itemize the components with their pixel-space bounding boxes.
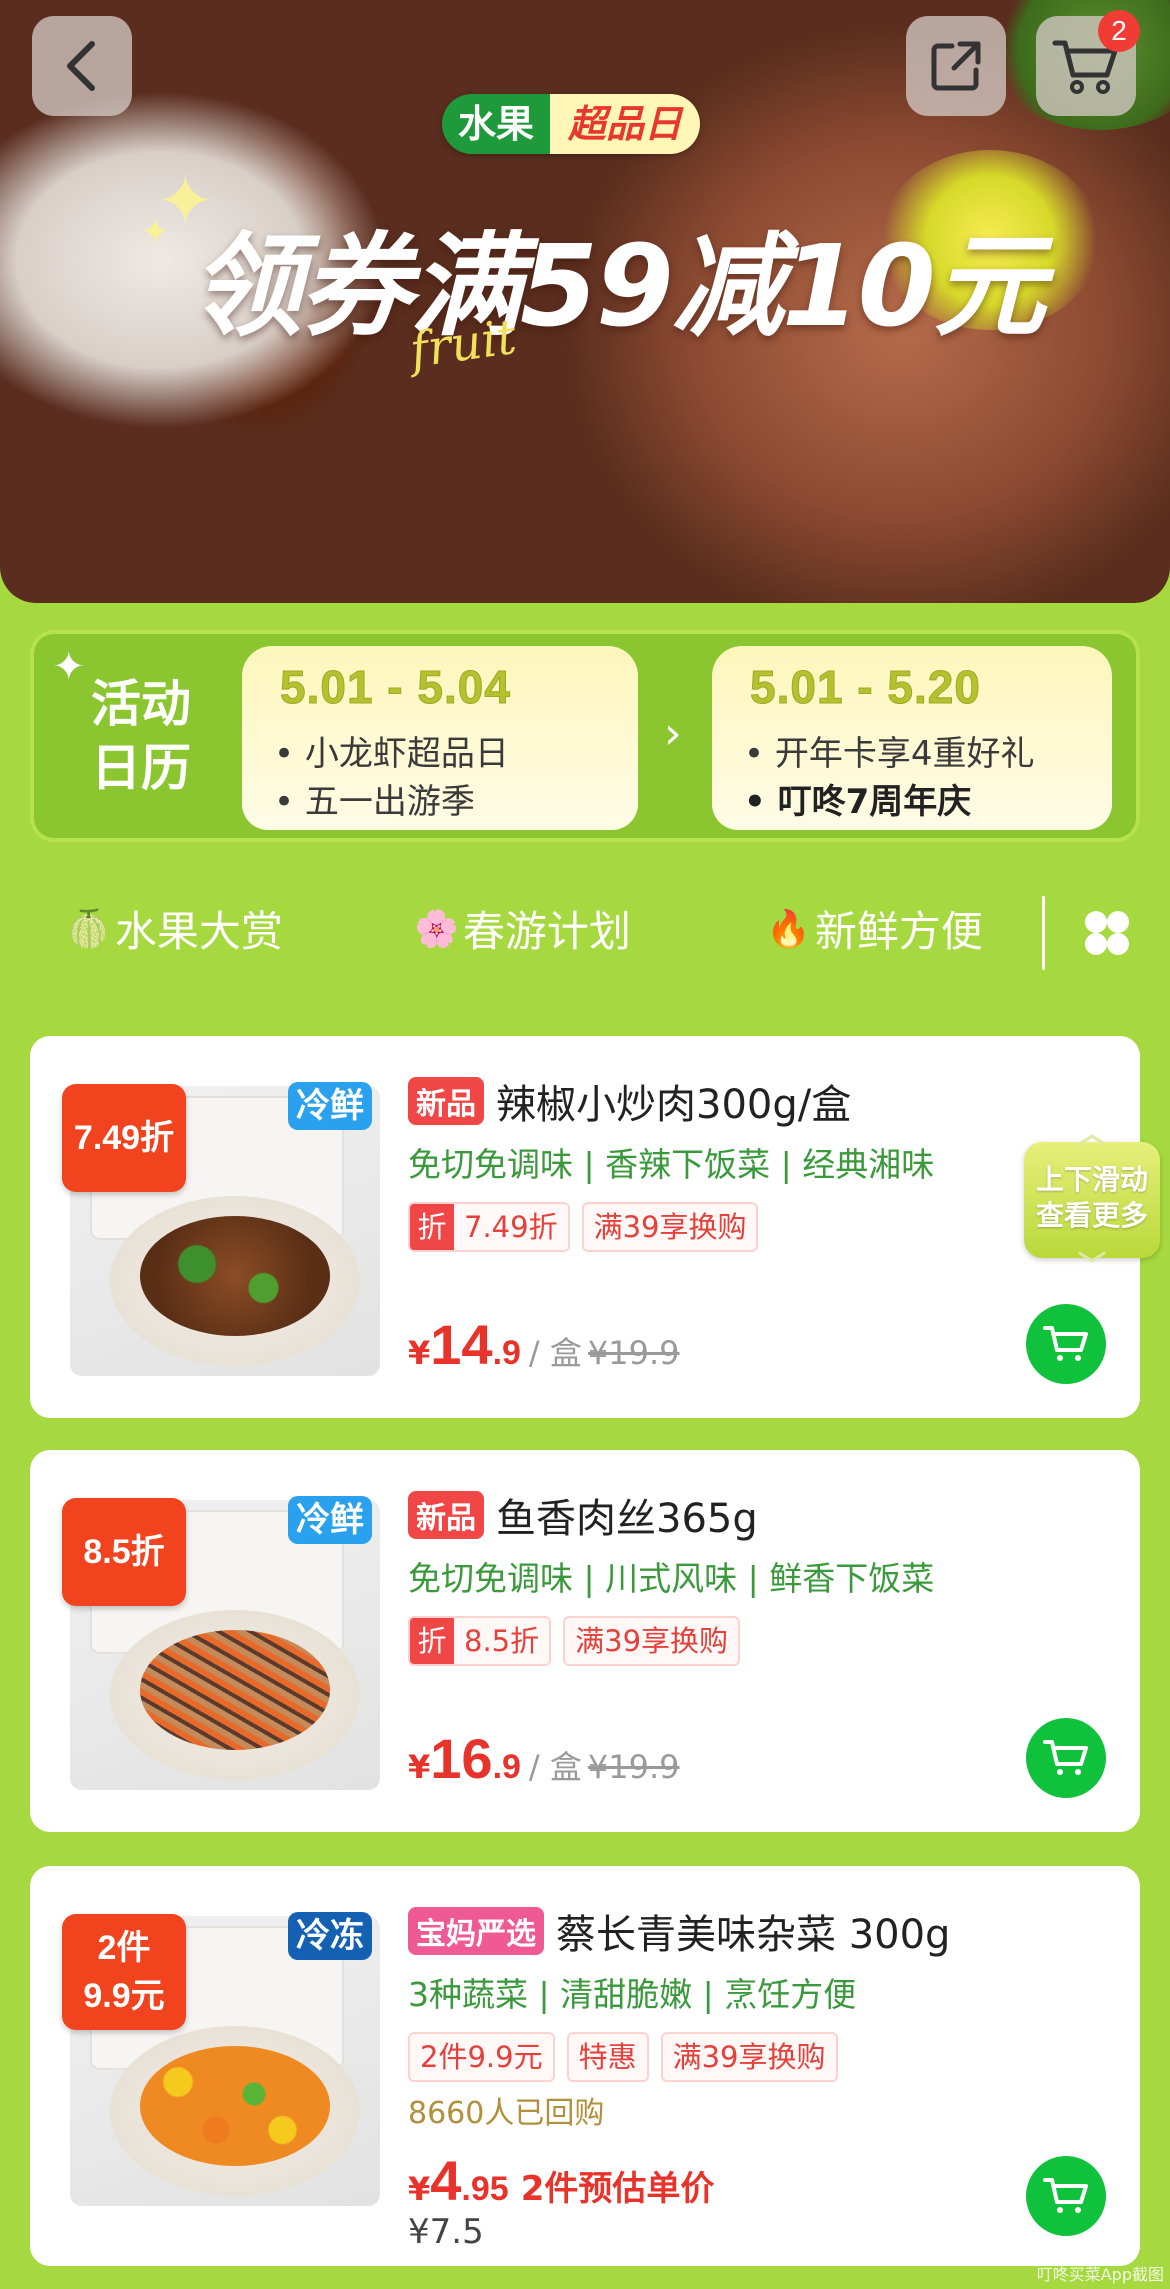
product-features: 3种蔬菜 | 清甜脆嫩 | 烹饪方便 xyxy=(408,1975,857,2014)
add-to-cart-button[interactable] xyxy=(1026,2156,1106,2236)
product-title[interactable]: 辣椒小炒肉300g/盒 xyxy=(496,1072,851,1130)
storage-tag: 冷鲜 xyxy=(288,1082,372,1130)
chevron-up-icon: ︿ xyxy=(1077,1117,1106,1150)
cart-icon xyxy=(1043,1326,1088,1361)
calendar-title: 活动 日历 xyxy=(91,675,191,797)
scroll-hint[interactable]: ︿ 上下滑动 查看更多 ﹀ xyxy=(1024,1120,1160,1280)
promo-chips: 折 7.49折 满39享换购 xyxy=(408,1202,759,1252)
discount-tag: 7.49折 xyxy=(62,1084,186,1192)
product-title[interactable]: 蔡长青美味杂菜 300g xyxy=(556,1902,950,1960)
price: ¥ 14 .9 / 盒 ¥19.9 xyxy=(408,1313,680,1376)
grid-menu-icon[interactable] xyxy=(1082,908,1132,958)
promo-chip: 满39享换购 xyxy=(563,1616,741,1666)
category-tabs: 🍈 水果大赏 🌸 春游计划 🔥 新鲜方便 xyxy=(0,880,1170,976)
new-badge: 新品 xyxy=(408,1077,484,1125)
product-features: 免切免调味 | 川式风味 | 鲜香下饭菜 xyxy=(408,1559,935,1598)
original-price: ¥19.9 xyxy=(587,1748,680,1786)
product-card[interactable]: 7.49折 冷鲜 新品 辣椒小炒肉300g/盒 免切免调味 | 香辣下饭菜 | … xyxy=(30,1036,1140,1418)
product-card[interactable]: 2件 9.9元 冷冻 宝妈严选 蔡长青美味杂菜 300g 3种蔬菜 | 清甜脆嫩… xyxy=(30,1866,1140,2266)
discount-tag: 8.5折 xyxy=(62,1498,186,1606)
melon-icon: 🍈 xyxy=(66,908,111,950)
brand-badge: 宝妈严选 xyxy=(408,1907,544,1955)
watermark: 叮咚买菜App截图 xyxy=(1036,2265,1164,2284)
category-pill: 水果 超品日 xyxy=(442,94,701,154)
original-price: ¥19.9 xyxy=(587,1334,680,1372)
price: ¥ 16 .9 / 盒 ¥19.9 xyxy=(408,1727,680,1790)
price-unit: / 盒 xyxy=(528,1748,582,1786)
sparkle-icon: ✦ xyxy=(140,212,171,253)
cart-icon xyxy=(1043,2178,1088,2213)
promo-chip: 2件9.9元 xyxy=(408,2032,555,2082)
storage-tag: 冷鲜 xyxy=(288,1496,372,1544)
share-button[interactable] xyxy=(906,16,1006,116)
add-to-cart-button[interactable] xyxy=(1026,1718,1106,1798)
calendar-card[interactable]: 5.01 - 5.04 • 小龙虾超品日 • 五一出游季 xyxy=(242,646,638,830)
calendar-card[interactable]: 5.01 - 5.20 • 开年卡享4重好礼 • 叮咚7周年庆 xyxy=(712,646,1112,830)
storage-tag: 冷冻 xyxy=(288,1912,372,1960)
promo-chip: 特惠 xyxy=(566,2032,649,2082)
discount-chip: 折 7.49折 xyxy=(408,1202,570,1252)
calendar-event: • 五一出游季 xyxy=(274,782,475,822)
repurchase-count: 8660人已回购 xyxy=(408,2096,605,2131)
estimate-label: 2件预估单价 xyxy=(520,2169,715,2209)
back-arrow-icon xyxy=(67,41,95,91)
tab-label: 水果大赏 xyxy=(114,907,283,956)
chevron-right-icon: › xyxy=(664,708,682,759)
add-to-cart-button[interactable] xyxy=(1026,1304,1106,1384)
promo-banner[interactable]: 2 水果 超品日 ✦ ✦ 领券满59减10元 fruit xyxy=(0,0,1170,603)
calendar-date-range: 5.01 - 5.20 xyxy=(750,661,981,714)
tab-label: 春游计划 xyxy=(462,907,631,956)
product-title-row: 新品 鱼香肉丝365g xyxy=(408,1486,758,1544)
product-title-row: 新品 辣椒小炒肉300g/盒 xyxy=(408,1072,851,1130)
tab-fresh-convenient[interactable]: 🔥 新鲜方便 xyxy=(766,898,983,959)
promo-chips: 折 8.5折 满39享换购 xyxy=(408,1616,741,1666)
original-price: ¥7.5 xyxy=(408,2212,484,2252)
chevron-down-icon: ﹀ xyxy=(1077,1249,1106,1282)
activity-calendar[interactable]: ✦ 活动 日历 5.01 - 5.04 • 小龙虾超品日 • 五一出游季 › 5… xyxy=(30,630,1140,842)
calendar-event: • 开年卡享4重好礼 xyxy=(744,734,1035,774)
price-unit: / 盒 xyxy=(528,1334,582,1372)
product-card[interactable]: 8.5折 冷鲜 新品 鱼香肉丝365g 免切免调味 | 川式风味 | 鲜香下饭菜… xyxy=(30,1450,1140,1832)
new-badge: 新品 xyxy=(408,1491,484,1539)
tab-label: 新鲜方便 xyxy=(814,907,983,956)
tab-fruit[interactable]: 🍈 水果大赏 xyxy=(66,898,283,959)
back-button[interactable] xyxy=(32,16,132,116)
discount-chip: 折 8.5折 xyxy=(408,1616,552,1666)
cart-count-badge: 2 xyxy=(1098,10,1140,52)
pill-event: 超品日 xyxy=(550,94,701,154)
blossom-icon: 🌸 xyxy=(414,908,459,950)
promo-chip: 满39享换购 xyxy=(660,2032,838,2082)
fire-icon: 🔥 xyxy=(766,908,811,950)
cart-icon xyxy=(1043,1740,1088,1775)
calendar-date-range: 5.01 - 5.04 xyxy=(280,661,511,714)
product-features: 免切免调味 | 香辣下饭菜 | 经典湘味 xyxy=(408,1145,935,1184)
price: ¥ 4 .95 2件预估单价 xyxy=(408,2149,715,2212)
calendar-event: • 小龙虾超品日 xyxy=(274,734,509,774)
tab-spring-outing[interactable]: 🌸 春游计划 xyxy=(414,898,631,959)
product-title[interactable]: 鱼香肉丝365g xyxy=(496,1486,758,1544)
cart-button[interactable]: 2 xyxy=(1036,10,1140,116)
promo-chips: 2件9.9元 特惠 满39享换购 xyxy=(408,2032,838,2082)
product-title-row: 宝妈严选 蔡长青美味杂菜 300g xyxy=(408,1902,950,1960)
calendar-event: • 叮咚7周年庆 xyxy=(744,782,972,822)
share-icon xyxy=(931,41,981,91)
banner-headline: 领券满59减10元 xyxy=(190,222,1046,352)
discount-tag: 2件 9.9元 xyxy=(62,1914,186,2030)
divider xyxy=(1042,896,1045,970)
pill-category: 水果 xyxy=(442,94,551,154)
promo-chip: 满39享换购 xyxy=(581,1202,759,1252)
